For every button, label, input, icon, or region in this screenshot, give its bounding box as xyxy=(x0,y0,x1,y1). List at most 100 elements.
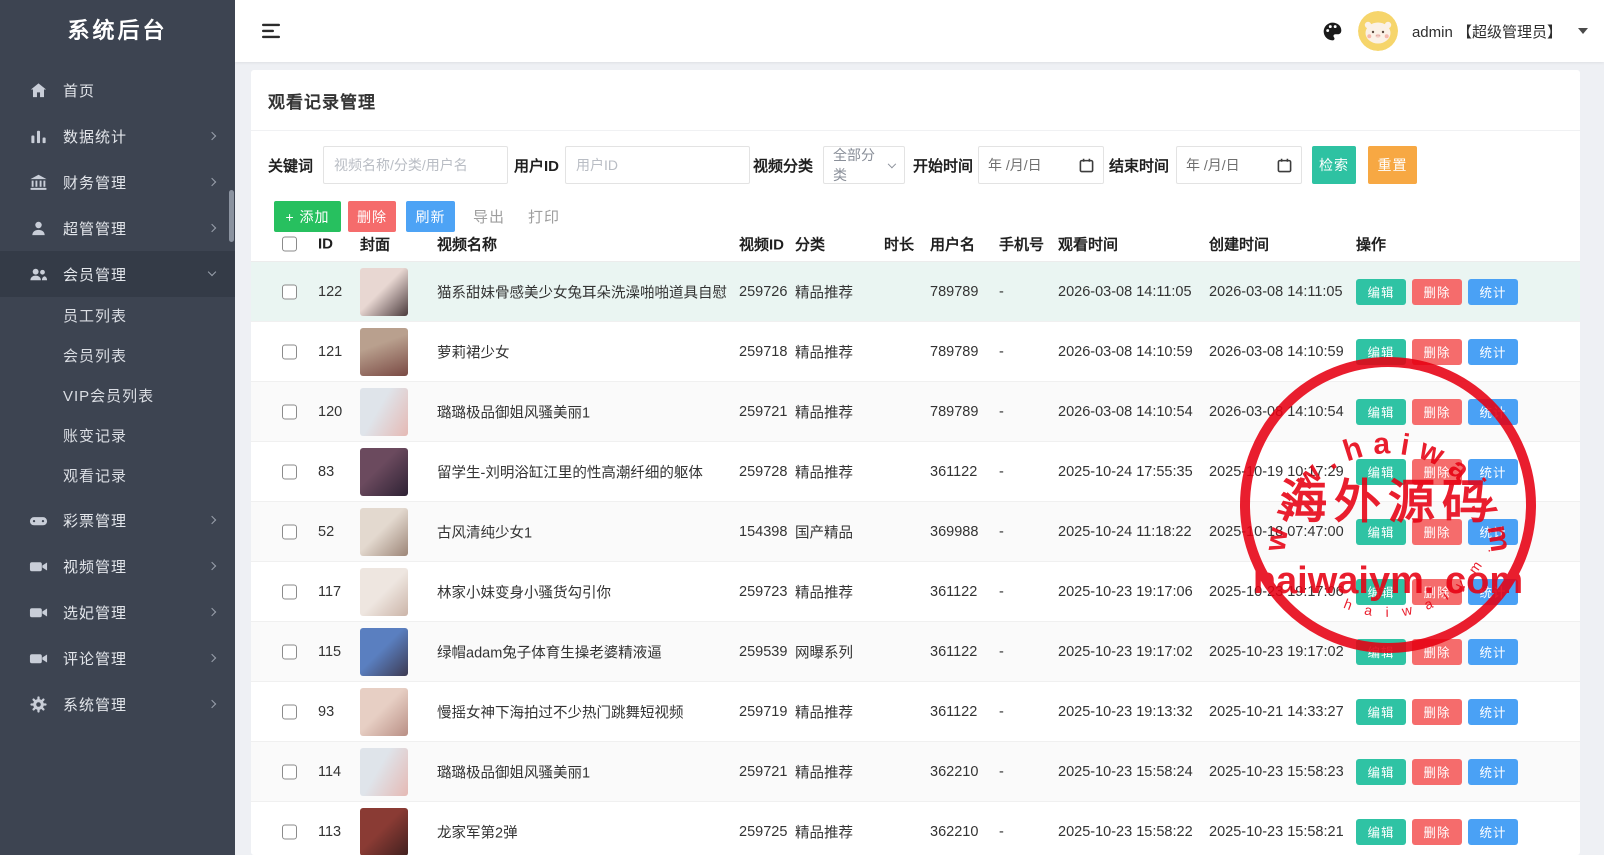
delete-button[interactable]: 删除 xyxy=(1412,399,1462,425)
cover-thumbnail[interactable] xyxy=(360,268,408,316)
end-date-input[interactable]: 年 /月/日 xyxy=(1176,146,1302,184)
edit-button[interactable]: 编辑 xyxy=(1356,459,1406,485)
row-checkbox[interactable] xyxy=(282,344,297,359)
cover-thumbnail[interactable] xyxy=(360,328,408,376)
sidebar-item-watch-records[interactable]: 观看记录 xyxy=(0,457,235,497)
stats-button[interactable]: 统计 xyxy=(1468,519,1518,545)
edit-button[interactable]: 编辑 xyxy=(1356,339,1406,365)
sidebar-item-comments[interactable]: 评论管理 xyxy=(0,635,235,681)
cover-thumbnail[interactable] xyxy=(360,808,408,855)
delete-button[interactable]: 删除 xyxy=(1412,279,1462,305)
row-checkbox[interactable] xyxy=(282,764,297,779)
user-menu[interactable]: admin 【超级管理员】 xyxy=(1412,21,1562,42)
row-checkbox[interactable] xyxy=(282,704,297,719)
row-checkbox[interactable] xyxy=(282,284,297,299)
cover-thumbnail[interactable] xyxy=(360,508,408,556)
table-header: ID 封面 视频名称 视频ID 分类 时长 用户名 手机号 观看时间 创建时间 … xyxy=(251,227,1580,262)
row-actions: 编辑 删除 统计 xyxy=(1356,399,1518,425)
video-camera-icon xyxy=(29,603,48,622)
cover-thumbnail[interactable] xyxy=(360,688,408,736)
sidebar-item-concubine[interactable]: 选妃管理 xyxy=(0,589,235,635)
row-actions: 编辑 删除 统计 xyxy=(1356,639,1518,665)
edit-button[interactable]: 编辑 xyxy=(1356,639,1406,665)
col-video-id: 视频ID xyxy=(739,234,784,255)
category-select[interactable]: 全部分类 xyxy=(823,146,905,184)
row-checkbox[interactable] xyxy=(282,584,297,599)
calendar-icon xyxy=(1277,158,1292,173)
table-row: 121 萝莉裙少女 259718 精品推荐 789789 - 2026-03-0… xyxy=(251,322,1580,382)
stats-button[interactable]: 统计 xyxy=(1468,699,1518,725)
row-checkbox[interactable] xyxy=(282,524,297,539)
sidebar-item-finance[interactable]: 财务管理 xyxy=(0,159,235,205)
delete-button[interactable]: 删除 xyxy=(1412,699,1462,725)
sidebar-item-home[interactable]: 首页 xyxy=(0,67,235,113)
sidebar-item-staff-list[interactable]: 员工列表 xyxy=(0,297,235,337)
stats-button[interactable]: 统计 xyxy=(1468,399,1518,425)
delete-button[interactable]: 删除 xyxy=(1412,579,1462,605)
menu-toggle-icon[interactable] xyxy=(262,23,282,39)
sidebar-item-statistics[interactable]: 数据统计 xyxy=(0,113,235,159)
keyword-input[interactable] xyxy=(323,146,508,184)
sidebar-scrollbar[interactable] xyxy=(229,190,234,242)
delete-button[interactable]: 删除 xyxy=(1412,639,1462,665)
video-name: 猫系甜妹骨感美少女兔耳朵洗澡啪啪道具自慰 xyxy=(437,281,727,302)
sidebar-item-system[interactable]: 系统管理 xyxy=(0,681,235,727)
delete-button[interactable]: 删除 xyxy=(1412,819,1462,845)
sidebar-item-balance-records[interactable]: 账变记录 xyxy=(0,417,235,457)
cover-thumbnail[interactable] xyxy=(360,568,408,616)
user-avatar[interactable] xyxy=(1358,11,1398,51)
stats-button[interactable]: 统计 xyxy=(1468,579,1518,605)
cover-thumbnail[interactable] xyxy=(360,448,408,496)
cover-thumbnail[interactable] xyxy=(360,628,408,676)
edit-button[interactable]: 编辑 xyxy=(1356,759,1406,785)
table-row: 52 古风清纯少女1 154398 国产精品 369988 - 2025-10-… xyxy=(251,502,1580,562)
select-all-checkbox[interactable] xyxy=(282,237,297,252)
edit-button[interactable]: 编辑 xyxy=(1356,579,1406,605)
watch-time: 2025-10-24 11:18:22 xyxy=(1058,524,1192,540)
stats-button[interactable]: 统计 xyxy=(1468,819,1518,845)
sidebar-item-label: 选妃管理 xyxy=(63,602,127,623)
delete-button[interactable]: 删除 xyxy=(1412,339,1462,365)
theme-palette-icon[interactable] xyxy=(1321,20,1344,43)
sidebar-item-superadmin[interactable]: 超管管理 xyxy=(0,205,235,251)
start-date-input[interactable]: 年 /月/日 xyxy=(978,146,1104,184)
stats-button[interactable]: 统计 xyxy=(1468,639,1518,665)
sidebar-item-label: 会员管理 xyxy=(63,264,127,285)
sidebar-item-vip-member-list[interactable]: VIP会员列表 xyxy=(0,377,235,417)
row-actions: 编辑 删除 统计 xyxy=(1356,459,1518,485)
table-row: 122 猫系甜妹骨感美少女兔耳朵洗澡啪啪道具自慰 259726 精品推荐 789… xyxy=(251,262,1580,322)
row-checkbox[interactable] xyxy=(282,464,297,479)
content-card: 观看记录管理 关键词 用户ID 视频分类 全部分类 开始时间 年 /月/日 结 xyxy=(251,70,1580,855)
sidebar-item-video[interactable]: 视频管理 xyxy=(0,543,235,589)
phone-value: - xyxy=(999,704,1004,720)
edit-button[interactable]: 编辑 xyxy=(1356,699,1406,725)
cover-thumbnail[interactable] xyxy=(360,748,408,796)
sidebar-item-lottery[interactable]: 彩票管理 xyxy=(0,497,235,543)
sidebar-item-member-list[interactable]: 会员列表 xyxy=(0,337,235,377)
stats-button[interactable]: 统计 xyxy=(1468,279,1518,305)
reset-button[interactable]: 重置 xyxy=(1368,146,1417,184)
stats-button[interactable]: 统计 xyxy=(1468,459,1518,485)
delete-button[interactable]: 删除 xyxy=(1412,519,1462,545)
stats-button[interactable]: 统计 xyxy=(1468,759,1518,785)
delete-button[interactable]: 删除 xyxy=(1412,759,1462,785)
row-checkbox[interactable] xyxy=(282,644,297,659)
delete-button[interactable]: 删除 xyxy=(1412,459,1462,485)
stats-button[interactable]: 统计 xyxy=(1468,339,1518,365)
sidebar-item-members[interactable]: 会员管理 xyxy=(0,251,235,297)
table-row: 83 留学生-刘明浴缸江里的性高潮纤细的躯体 259728 精品推荐 36112… xyxy=(251,442,1580,502)
edit-button[interactable]: 编辑 xyxy=(1356,399,1406,425)
edit-button[interactable]: 编辑 xyxy=(1356,519,1406,545)
video-name: 林家小妹变身小骚货勾引你 xyxy=(437,581,611,602)
edit-button[interactable]: 编辑 xyxy=(1356,279,1406,305)
row-id: 121 xyxy=(318,344,342,360)
username-value: 789789 xyxy=(930,404,978,420)
cover-thumbnail[interactable] xyxy=(360,388,408,436)
row-checkbox[interactable] xyxy=(282,404,297,419)
row-checkbox[interactable] xyxy=(282,824,297,839)
search-button[interactable]: 检索 xyxy=(1312,146,1356,184)
chevron-right-icon xyxy=(208,700,216,708)
sidebar-item-label: 财务管理 xyxy=(63,172,127,193)
userid-input[interactable] xyxy=(565,146,750,184)
edit-button[interactable]: 编辑 xyxy=(1356,819,1406,845)
